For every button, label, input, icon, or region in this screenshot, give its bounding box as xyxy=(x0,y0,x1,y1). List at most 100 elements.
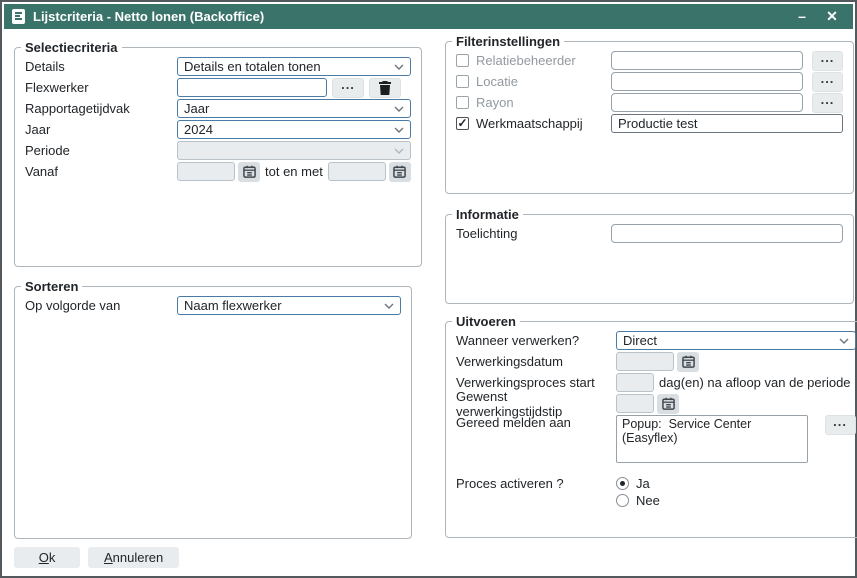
group-title: Filterinstellingen xyxy=(452,34,564,49)
gewenst-verwerkingstijdstip-label: Gewenst verwerkingstijdstip xyxy=(456,389,616,419)
group-title: Sorteren xyxy=(21,279,82,294)
gewenst-verwerkingstijdstip-input xyxy=(616,394,654,413)
flexwerker-browse-button[interactable]: ... xyxy=(332,78,364,98)
locatie-checkbox[interactable]: ✓ xyxy=(456,75,469,88)
proces-activeren-nee-row: Nee xyxy=(456,492,856,509)
ellipsis-icon: ... xyxy=(341,77,355,92)
chevron-down-icon xyxy=(394,64,404,71)
relatiebeheerder-checkbox[interactable]: ✓ xyxy=(456,54,469,67)
locatie-label: Locatie xyxy=(476,74,611,89)
cancel-button[interactable]: Annuleren xyxy=(88,547,179,568)
verwerkingsdatum-input xyxy=(616,352,674,371)
proces-activeren-group: Proces activeren ? Ja Nee xyxy=(456,475,856,509)
dialog-window: Lijstcriteria - Netto lonen (Backoffice)… xyxy=(0,0,857,578)
proces-activeren-ja-radio[interactable] xyxy=(616,477,629,490)
details-value: Details en totalen tonen xyxy=(184,59,321,74)
group-title: Selectiecriteria xyxy=(21,40,122,55)
ellipsis-icon: ... xyxy=(821,71,835,86)
locatie-browse-button[interactable]: ... xyxy=(812,72,843,92)
wanneer-verwerken-label: Wanneer verwerken? xyxy=(456,333,616,348)
proces-activeren-nee-label: Nee xyxy=(636,493,660,508)
flexwerker-clear-button[interactable] xyxy=(369,78,401,98)
wanneer-verwerken-value: Direct xyxy=(623,333,657,348)
rayon-row: ✓ Rayon ... xyxy=(456,93,843,112)
group-uitvoeren: Uitvoeren Wanneer verwerken? Direct Verw… xyxy=(445,314,857,538)
ellipsis-icon: ... xyxy=(821,50,835,65)
periode-row: Periode xyxy=(25,141,411,160)
verwerkingsdatum-label: Verwerkingsdatum xyxy=(456,354,616,369)
vanaf-to-calendar-button[interactable] xyxy=(389,162,411,182)
vanaf-to-input xyxy=(328,162,386,181)
flexwerker-label: Flexwerker xyxy=(25,80,177,95)
werkmaatschappij-input[interactable] xyxy=(611,114,843,133)
wanneer-verwerken-select[interactable]: Direct xyxy=(616,331,856,350)
werkmaatschappij-row: ✓ Werkmaatschappij xyxy=(456,114,843,133)
gereed-melden-aan-listbox[interactable]: Popup: Service Center (Easyflex) xyxy=(616,415,808,463)
calendar-icon xyxy=(243,165,256,178)
vanaf-separator-label: tot en met xyxy=(265,164,323,179)
werkmaatschappij-label: Werkmaatschappij xyxy=(476,116,611,131)
chevron-down-icon xyxy=(394,127,404,134)
relatiebeheerder-label: Relatiebeheerder xyxy=(476,53,611,68)
locatie-input xyxy=(611,72,803,91)
proces-activeren-ja-row: Proces activeren ? Ja xyxy=(456,475,856,492)
gereed-melden-aan-label: Gereed melden aan xyxy=(456,415,616,430)
rapportagetijdvak-label: Rapportagetijdvak xyxy=(25,101,177,116)
jaar-value: 2024 xyxy=(184,122,213,137)
window-title: Lijstcriteria - Netto lonen (Backoffice) xyxy=(33,9,783,24)
verwerkingsdatum-row: Verwerkingsdatum xyxy=(456,352,856,371)
locatie-row: ✓ Locatie ... xyxy=(456,72,843,91)
vanaf-label: Vanaf xyxy=(25,164,177,179)
gewenst-verwerkingstijdstip-calendar-button[interactable] xyxy=(657,394,679,414)
gereed-melden-aan-browse-button[interactable]: ... xyxy=(825,415,856,435)
gewenst-verwerkingstijdstip-row: Gewenst verwerkingstijdstip xyxy=(456,394,856,413)
group-title: Uitvoeren xyxy=(452,314,520,329)
rayon-browse-button[interactable]: ... xyxy=(812,93,843,113)
jaar-row: Jaar 2024 xyxy=(25,120,411,139)
calendar-icon xyxy=(682,355,695,368)
toelichting-row: Toelichting xyxy=(456,224,843,243)
verwerkingsdatum-calendar-button[interactable] xyxy=(677,352,699,372)
vanaf-from-calendar-button[interactable] xyxy=(238,162,260,182)
group-informatie: Informatie Toelichting xyxy=(445,207,854,304)
ok-button[interactable]: Ok xyxy=(14,547,80,568)
wanneer-verwerken-row: Wanneer verwerken? Direct xyxy=(456,331,856,350)
minimize-button[interactable]: – xyxy=(791,4,813,29)
details-row: Details Details en totalen tonen xyxy=(25,57,411,76)
rapportagetijdvak-row: Rapportagetijdvak Jaar xyxy=(25,99,411,118)
relatiebeheerder-input xyxy=(611,51,803,70)
group-filterinstellingen: Filterinstellingen ✓ Relatiebeheerder ..… xyxy=(445,34,854,194)
verwerkingsproces-start-suffix-label: dag(en) na afloop van de periode xyxy=(659,375,851,390)
op-volgorde-van-value: Naam flexwerker xyxy=(184,298,282,313)
flexwerker-input[interactable] xyxy=(177,78,327,97)
op-volgorde-van-row: Op volgorde van Naam flexwerker xyxy=(25,296,401,315)
rayon-input xyxy=(611,93,803,112)
details-select[interactable]: Details en totalen tonen xyxy=(177,57,411,76)
close-button[interactable]: ✕ xyxy=(821,4,843,29)
proces-activeren-nee-radio[interactable] xyxy=(616,494,629,507)
proces-activeren-label: Proces activeren ? xyxy=(456,476,564,491)
flexwerker-row: Flexwerker ... xyxy=(25,78,411,97)
chevron-down-icon xyxy=(394,106,404,113)
titlebar: Lijstcriteria - Netto lonen (Backoffice)… xyxy=(4,4,853,29)
rayon-checkbox[interactable]: ✓ xyxy=(456,96,469,109)
op-volgorde-van-label: Op volgorde van xyxy=(25,298,177,313)
details-label: Details xyxy=(25,59,177,74)
check-icon: ✓ xyxy=(457,117,467,129)
document-icon xyxy=(12,9,25,24)
toelichting-label: Toelichting xyxy=(456,226,611,241)
vanaf-row: Vanaf tot en met xyxy=(25,162,411,181)
chevron-down-icon xyxy=(839,338,849,345)
op-volgorde-van-select[interactable]: Naam flexwerker xyxy=(177,296,401,315)
toelichting-input[interactable] xyxy=(611,224,843,243)
relatiebeheerder-row: ✓ Relatiebeheerder ... xyxy=(456,51,843,70)
chevron-down-icon xyxy=(394,148,404,155)
relatiebeheerder-browse-button[interactable]: ... xyxy=(812,51,843,71)
werkmaatschappij-checkbox[interactable]: ✓ xyxy=(456,117,469,130)
ellipsis-icon: ... xyxy=(821,92,835,107)
group-sorteren: Sorteren Op volgorde van Naam flexwerker xyxy=(14,279,412,539)
rapportagetijdvak-select[interactable]: Jaar xyxy=(177,99,411,118)
jaar-label: Jaar xyxy=(25,122,177,137)
footer-buttons: Ok Annuleren xyxy=(14,547,179,568)
jaar-select[interactable]: 2024 xyxy=(177,120,411,139)
